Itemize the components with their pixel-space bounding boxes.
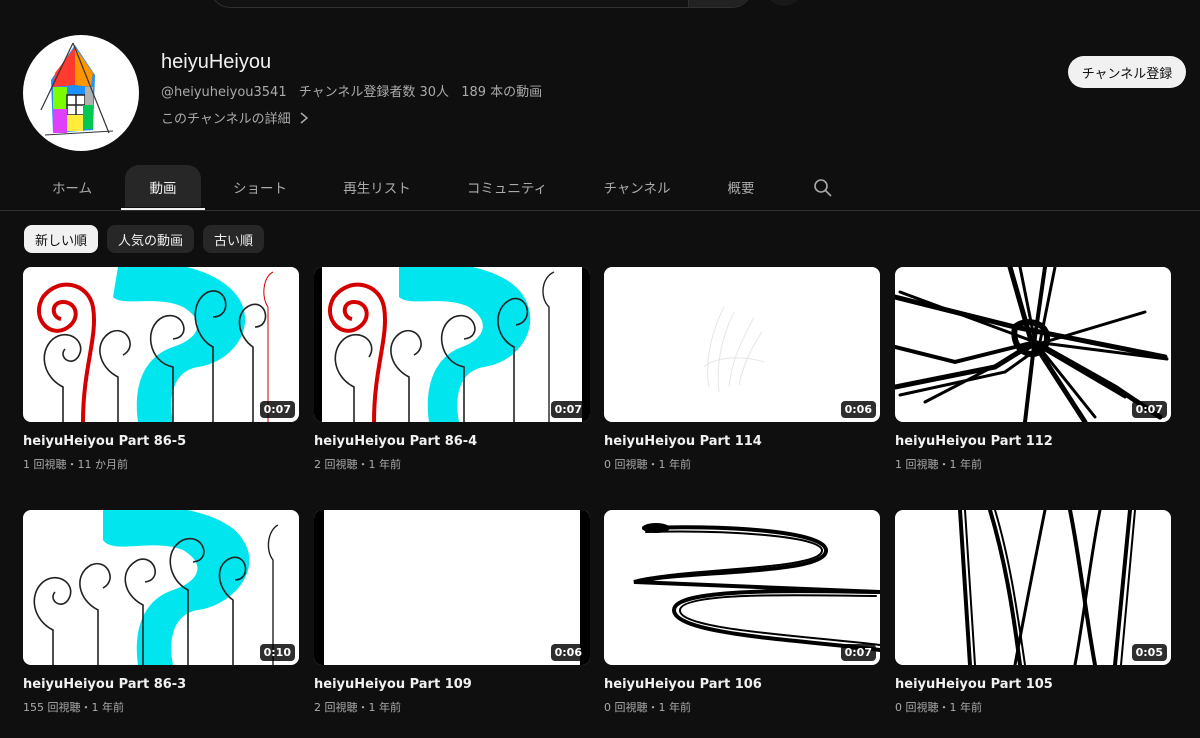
video-duration: 0:07 (259, 401, 295, 418)
video-card[interactable]: 0:05 heiyuHeiyou Part 105 0 回視聴・1 年前 (895, 510, 1171, 715)
video-meta: 0 回視聴・1 年前 (895, 701, 982, 714)
swirl-thumbnail-icon (33, 510, 279, 665)
swirl-thumbnail-icon (36, 267, 274, 422)
video-meta: 2 回視聴・1 年前 (314, 458, 401, 471)
video-duration: 0:07 (1131, 401, 1167, 418)
voice-search-button[interactable] (766, 0, 802, 6)
video-card[interactable]: 0:10 heiyuHeiyou Part 86-3 155 回視聴・1 年前 (23, 510, 299, 715)
video-card[interactable]: 0:06 heiyuHeiyou Part 114 0 回視聴・1 年前 (604, 267, 880, 472)
video-duration: 0:07 (550, 401, 586, 418)
video-thumbnail[interactable]: 0:10 (23, 510, 299, 665)
video-duration: 0:10 (259, 644, 295, 661)
video-title[interactable]: heiyuHeiyou Part 86-5 (23, 434, 299, 449)
video-duration: 0:06 (840, 401, 876, 418)
video-title[interactable]: heiyuHeiyou Part 86-4 (314, 434, 590, 449)
chip-newest[interactable]: 新しい順 (24, 225, 99, 253)
chip-popular[interactable]: 人気の動画 (107, 225, 195, 253)
chip-oldest[interactable]: 古い順 (203, 225, 265, 253)
video-card[interactable]: 0:07 heiyuHeiyou Part 112 1 回視聴・1 年前 (895, 267, 1171, 472)
video-card[interactable]: 0:07 heiyuHeiyou Part 86-5 1 回視聴・11 か月前 (23, 267, 299, 472)
channel-tabs: ホーム 動画 ショート 再生リスト コミュニティ チャンネル 概要 (0, 165, 1200, 211)
tab-videos[interactable]: 動画 (121, 165, 205, 210)
video-title[interactable]: heiyuHeiyou Part 86-3 (23, 677, 299, 692)
tab-shorts[interactable]: ショート (215, 165, 305, 209)
channel-avatar[interactable] (23, 35, 139, 151)
channel-handle: @heiyuheiyou3541 (161, 85, 287, 100)
video-thumbnail[interactable]: 0:05 (895, 510, 1171, 665)
video-duration: 0:07 (840, 644, 876, 661)
video-title[interactable]: heiyuHeiyou Part 105 (895, 677, 1171, 692)
video-count: 189 本の動画 (461, 85, 543, 100)
video-meta: 1 回視聴・1 年前 (895, 458, 982, 471)
channel-meta: @heiyuheiyou3541 チャンネル登録者数 30人 189 本の動画 (161, 81, 550, 100)
scribble-star-thumbnail-icon (895, 267, 1169, 422)
video-card[interactable]: 0:07 heiyuHeiyou Part 106 0 回視聴・1 年前 (604, 510, 880, 715)
video-thumbnail[interactable]: 0:06 (604, 267, 880, 422)
video-meta: 0 回視聴・1 年前 (604, 458, 691, 471)
vertical-lines-thumbnail-icon (958, 510, 1136, 665)
video-meta: 2 回視聴・1 年前 (314, 701, 401, 714)
search-button[interactable] (688, 0, 751, 7)
search-bar[interactable] (210, 0, 752, 8)
swirl-thumbnail-icon (314, 267, 590, 422)
tab-playlists[interactable]: 再生リスト (325, 165, 429, 209)
channel-about-link[interactable]: このチャンネルの詳細 (161, 108, 311, 127)
tab-home[interactable]: ホーム (33, 165, 111, 209)
video-duration: 0:05 (1131, 644, 1167, 661)
video-meta: 1 回視聴・11 か月前 (23, 458, 128, 471)
video-title[interactable]: heiyuHeiyou Part 112 (895, 434, 1171, 449)
video-card[interactable]: 0:07 heiyuHeiyou Part 86-4 2 回視聴・1 年前 (314, 267, 590, 472)
video-card[interactable]: 0:06 heiyuHeiyou Part 109 2 回視聴・1 年前 (314, 510, 590, 715)
video-meta: 0 回視聴・1 年前 (604, 701, 691, 714)
channel-name: heiyuHeiyou (161, 51, 272, 73)
video-title[interactable]: heiyuHeiyou Part 106 (604, 677, 880, 692)
video-meta: 155 回視聴・1 年前 (23, 701, 124, 714)
subscriber-count: チャンネル登録者数 30人 (298, 85, 450, 100)
zigzag-thumbnail-icon (633, 523, 880, 652)
tab-about[interactable]: 概要 (710, 165, 772, 209)
subscribe-button[interactable]: チャンネル登録 (1068, 56, 1186, 88)
video-title[interactable]: heiyuHeiyou Part 109 (314, 677, 590, 692)
chevron-right-icon (300, 111, 308, 124)
faint-sketch-thumbnail-icon (703, 306, 765, 393)
search-icon[interactable] (812, 177, 834, 199)
video-title[interactable]: heiyuHeiyou Part 114 (604, 434, 880, 449)
blank-thumbnail-icon (314, 510, 590, 665)
video-thumbnail[interactable]: 0:06 (314, 510, 590, 665)
video-thumbnail[interactable]: 0:07 (314, 267, 590, 422)
video-thumbnail[interactable]: 0:07 (604, 510, 880, 665)
house-drawing-icon (40, 42, 114, 136)
video-thumbnail[interactable]: 0:07 (23, 267, 299, 422)
tab-channels[interactable]: チャンネル (588, 165, 686, 209)
video-duration: 0:06 (550, 644, 586, 661)
channel-about-label: このチャンネルの詳細 (161, 112, 291, 127)
tab-community[interactable]: コミュニティ (450, 165, 564, 209)
video-thumbnail[interactable]: 0:07 (895, 267, 1171, 422)
